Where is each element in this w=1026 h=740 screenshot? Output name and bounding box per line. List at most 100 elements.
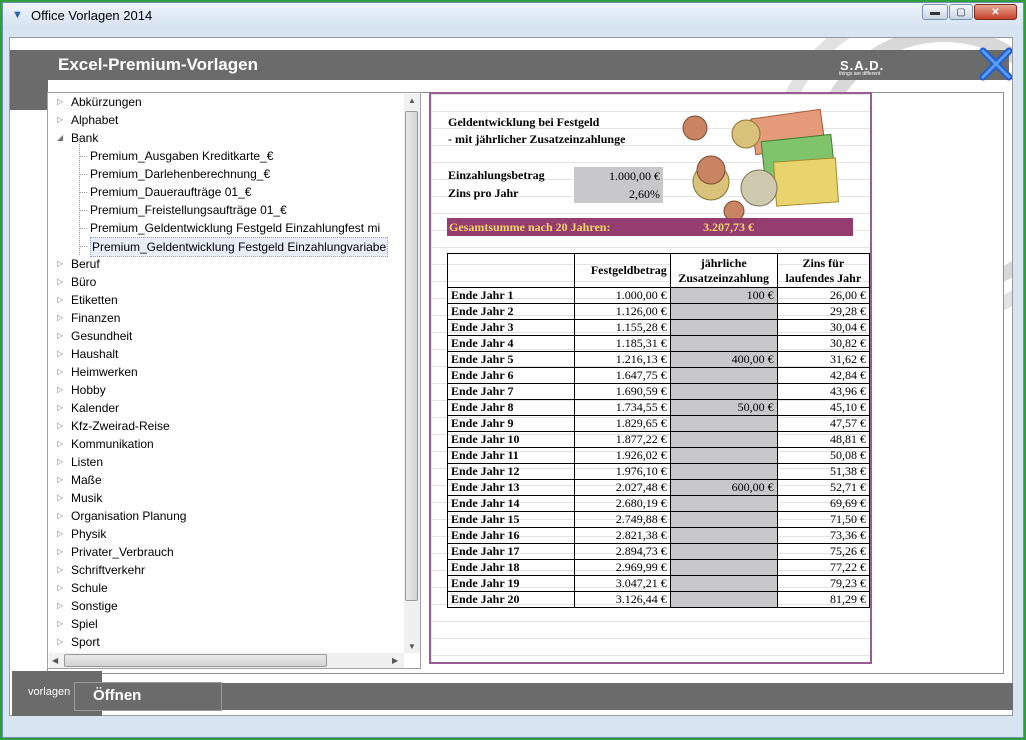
table-cell[interactable]: [670, 512, 777, 528]
table-cell: 52,71 €: [777, 480, 869, 496]
tree-item-label: Listen: [71, 453, 103, 471]
table-header: Zins für laufendes Jahr: [777, 254, 869, 288]
expand-arrow-icon[interactable]: ▷: [57, 327, 63, 345]
table-cell[interactable]: 50,00 €: [670, 400, 777, 416]
collapse-arrow-icon[interactable]: ◢: [57, 129, 63, 147]
table-cell: Ende Jahr 9: [448, 416, 575, 432]
table-cell[interactable]: [670, 576, 777, 592]
expand-arrow-icon[interactable]: ▷: [57, 93, 63, 111]
expand-arrow-icon[interactable]: ▷: [57, 633, 63, 651]
expand-arrow-icon[interactable]: ▷: [57, 291, 63, 309]
table-cell: 31,62 €: [777, 352, 869, 368]
table-cell: Ende Jahr 14: [448, 496, 575, 512]
table-cell[interactable]: [670, 304, 777, 320]
tree-item-label: Kommunikation: [71, 435, 154, 453]
scroll-right-icon[interactable]: ▶: [392, 656, 398, 665]
expand-arrow-icon[interactable]: ▷: [57, 111, 63, 129]
scroll-left-icon[interactable]: ◀: [52, 656, 58, 665]
table-cell: 47,57 €: [777, 416, 869, 432]
table-cell[interactable]: 600,00 €: [670, 480, 777, 496]
tree-item-label: Premium_Freistellungsaufträge 01_€: [90, 201, 287, 219]
table-cell: 1.126,00 €: [575, 304, 670, 320]
header-left-block: [10, 50, 48, 110]
table-cell: 30,82 €: [777, 336, 869, 352]
table-cell: Ende Jahr 15: [448, 512, 575, 528]
scroll-up-icon[interactable]: ▲: [408, 96, 416, 105]
expand-arrow-icon[interactable]: ▷: [57, 417, 63, 435]
table-row: Ende Jahr 21.126,00 €29,28 €: [448, 304, 870, 320]
sad-logo-sub: things are different: [839, 71, 880, 77]
table-cell: 2.027,48 €: [575, 480, 670, 496]
expand-arrow-icon[interactable]: ▷: [57, 309, 63, 327]
table-cell[interactable]: [670, 368, 777, 384]
expand-arrow-icon[interactable]: ▷: [57, 399, 63, 417]
tree-item-label: Heimwerken: [71, 363, 138, 381]
maximize-button[interactable]: ▢: [949, 4, 973, 20]
expand-arrow-icon[interactable]: ▷: [57, 435, 63, 453]
table-cell[interactable]: [670, 384, 777, 400]
rate-value[interactable]: 2,60%: [574, 185, 663, 203]
table-cell[interactable]: 400,00 €: [670, 352, 777, 368]
table-cell[interactable]: [670, 336, 777, 352]
total-label: Gesamtsumme nach 20 Jahren:: [449, 220, 610, 235]
open-button[interactable]: Öffnen: [93, 687, 141, 704]
expand-arrow-icon[interactable]: ▷: [57, 471, 63, 489]
table-cell[interactable]: [670, 320, 777, 336]
expand-arrow-icon[interactable]: ▷: [57, 543, 63, 561]
table-cell[interactable]: [670, 432, 777, 448]
tree-horizontal-scrollbar[interactable]: ◀ ▶: [49, 653, 404, 668]
table-cell[interactable]: [670, 496, 777, 512]
template-preview: Geldentwicklung bei Festgeld - mit jährl…: [429, 92, 872, 664]
tree-vertical-scrollbar[interactable]: ▲ ▼: [404, 94, 420, 653]
scroll-down-icon[interactable]: ▼: [408, 642, 416, 651]
table-cell[interactable]: [670, 544, 777, 560]
table-cell: 1.000,00 €: [575, 288, 670, 304]
expand-arrow-icon[interactable]: ▷: [57, 273, 63, 291]
tree-item-label: Etiketten: [71, 291, 118, 309]
expand-arrow-icon[interactable]: ▷: [57, 363, 63, 381]
table-cell[interactable]: [670, 416, 777, 432]
close-window-button[interactable]: ✕: [974, 4, 1017, 20]
expand-arrow-icon[interactable]: ▷: [57, 489, 63, 507]
table-cell: Ende Jahr 7: [448, 384, 575, 400]
table-cell[interactable]: 100 €: [670, 288, 777, 304]
table-cell[interactable]: [670, 448, 777, 464]
tree-item-label: Privater_Verbrauch: [71, 543, 174, 561]
close-x-icon[interactable]: [979, 47, 1013, 81]
table-cell: Ende Jahr 16: [448, 528, 575, 544]
expand-arrow-icon[interactable]: ▷: [57, 453, 63, 471]
scroll-thumb[interactable]: [64, 654, 327, 667]
tree-item-label: Sonstige: [71, 597, 118, 615]
preview-title-line1: Geldentwicklung bei Festgeld: [448, 115, 599, 130]
table-cell: 1.155,28 €: [575, 320, 670, 336]
expand-arrow-icon[interactable]: ▷: [57, 579, 63, 597]
expand-arrow-icon[interactable]: ▷: [57, 561, 63, 579]
table-header: [448, 254, 575, 288]
expand-arrow-icon[interactable]: ▷: [57, 525, 63, 543]
table-cell: 2.680,19 €: [575, 496, 670, 512]
preview-title-line2: - mit jährlicher Zusatzeinzahlunge: [448, 132, 625, 147]
expand-arrow-icon[interactable]: ▷: [57, 255, 63, 273]
expand-arrow-icon[interactable]: ▷: [57, 381, 63, 399]
expand-arrow-icon[interactable]: ▷: [57, 507, 63, 525]
table-row: Ende Jahr 111.926,02 €50,08 €: [448, 448, 870, 464]
expand-arrow-icon[interactable]: ▷: [57, 597, 63, 615]
window-title: Office Vorlagen 2014: [31, 8, 152, 23]
deposit-value[interactable]: 1.000,00 €: [574, 167, 663, 185]
table-row: Ende Jahr 91.829,65 €47,57 €: [448, 416, 870, 432]
scroll-thumb[interactable]: [405, 111, 418, 601]
table-cell[interactable]: [670, 464, 777, 480]
vorlagen-tab[interactable]: vorlagen: [28, 686, 70, 698]
tree-item-label: Spiel: [71, 615, 98, 633]
table-cell: 51,38 €: [777, 464, 869, 480]
minimize-button[interactable]: ▬: [922, 4, 948, 20]
expand-arrow-icon[interactable]: ▷: [57, 345, 63, 363]
template-tree[interactable]: ▷Abkürzungen▷Alphabet◢BankPremium_Ausgab…: [47, 92, 421, 669]
data-table: Festgeldbetrag jährliche Zusatzeinzahlun…: [447, 253, 870, 608]
table-cell[interactable]: [670, 592, 777, 608]
table-cell[interactable]: [670, 528, 777, 544]
table-cell: 81,29 €: [777, 592, 869, 608]
expand-arrow-icon[interactable]: ▷: [57, 615, 63, 633]
table-cell: 2.749,88 €: [575, 512, 670, 528]
table-cell[interactable]: [670, 560, 777, 576]
